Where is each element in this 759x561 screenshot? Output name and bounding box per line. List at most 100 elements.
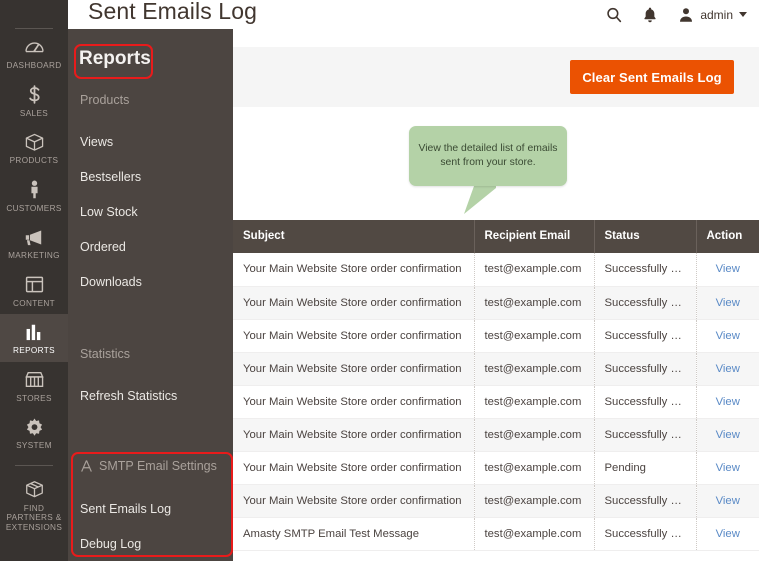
submenu-item-low-stock[interactable]: Low Stock <box>80 205 138 219</box>
cell-recipient-email: test@example.com <box>474 418 595 452</box>
cell-action: View <box>696 517 759 551</box>
sidebar-item-marketing[interactable]: MARKETING <box>0 219 68 267</box>
chevron-down-icon <box>739 12 747 17</box>
view-link[interactable]: View <box>716 396 740 408</box>
sidebar-item-find-partners-extensions[interactable]: FIND PARTNERS & EXTENSIONS <box>0 472 68 539</box>
cell-recipient-email: test@example.com <box>474 517 595 551</box>
view-link[interactable]: View <box>716 495 740 507</box>
tooltip-callout: View the detailed list of emails sent fr… <box>409 126 567 186</box>
cell-subject: Your Main Website Store order confirmati… <box>233 253 475 287</box>
cell-recipient-email: test@example.com <box>474 352 595 386</box>
tooltip-tail-icon <box>464 184 496 214</box>
sidebar-item-reports[interactable]: REPORTS <box>0 314 68 362</box>
account-menu[interactable]: admin <box>677 6 747 24</box>
table-row[interactable]: Your Main Website Store order confirmati… <box>233 484 759 518</box>
dollar-icon <box>0 84 68 106</box>
bell-icon[interactable] <box>641 6 659 24</box>
submenu-item-refresh-statistics[interactable]: Refresh Statistics <box>80 389 177 403</box>
column-header-status[interactable]: Status <box>594 220 697 253</box>
search-icon[interactable] <box>605 6 623 24</box>
table-row[interactable]: Your Main Website Store order confirmati… <box>233 385 759 419</box>
sidebar-item-label: CUSTOMERS <box>6 203 62 213</box>
sidebar-item-stores[interactable]: STORES <box>0 362 68 410</box>
megaphone-icon <box>0 226 68 248</box>
header-actions: admin <box>605 0 747 29</box>
sidebar-item-label: SYSTEM <box>16 441 52 450</box>
cell-action: View <box>696 253 759 287</box>
box-icon <box>0 131 68 153</box>
table-row[interactable]: Your Main Website Store order confirmati… <box>233 286 759 320</box>
submenu-item-sent-emails-log[interactable]: Sent Emails Log <box>80 502 171 516</box>
amasty-a-icon <box>81 460 92 472</box>
admin-sidebar-rail: DASHBOARD SALES PRODUCTS CUSTOMERS MARKETING… <box>0 0 68 561</box>
sidebar-item-label: PRODUCTS <box>9 156 59 165</box>
table-row[interactable]: Your Main Website Store order confirmati… <box>233 352 759 386</box>
person-icon <box>0 179 68 201</box>
cell-subject: Your Main Website Store order confirmati… <box>233 319 475 353</box>
sidebar-item-content[interactable]: CONTENT <box>0 267 68 315</box>
cell-recipient-email: test@example.com <box>474 451 595 485</box>
cell-status: Successfully Sent <box>594 253 697 287</box>
cell-subject: Your Main Website Store order confirmati… <box>233 484 475 518</box>
view-link[interactable]: View <box>716 363 740 375</box>
cell-status: Successfully Sent <box>594 352 697 386</box>
sidebar-item-sales[interactable]: SALES <box>0 77 68 125</box>
gear-icon <box>0 416 68 438</box>
top-header-bar: Sent Emails Log admin <box>0 0 759 29</box>
view-link[interactable]: View <box>716 462 740 474</box>
cell-action: View <box>696 319 759 353</box>
cell-status: Successfully Sent <box>594 418 697 452</box>
sidebar-item-system[interactable]: SYSTEM <box>0 409 68 457</box>
table-body: Your Main Website Store order confirmati… <box>233 253 759 551</box>
submenu-group-statistics: Statistics <box>80 347 131 361</box>
column-header-subject[interactable]: Subject <box>233 220 475 253</box>
cell-action: View <box>696 352 759 386</box>
cell-action: View <box>696 418 759 452</box>
submenu-item-debug-log[interactable]: Debug Log <box>80 537 141 551</box>
table-row[interactable]: Your Main Website Store order confirmati… <box>233 418 759 452</box>
sidebar-item-customers[interactable]: CUSTOMERS <box>0 172 68 220</box>
cell-subject: Your Main Website Store order confirmati… <box>233 286 475 320</box>
view-link[interactable]: View <box>716 429 740 441</box>
table-header-row: Subject Recipient Email Status Action <box>233 220 759 253</box>
submenu-group-smtp: SMTP Email Settings <box>99 459 217 473</box>
view-link[interactable]: View <box>716 528 740 540</box>
bar-chart-icon <box>0 321 68 343</box>
table-row[interactable]: Your Main Website Store order confirmati… <box>233 319 759 353</box>
sidebar-item-products[interactable]: PRODUCTS <box>0 124 68 172</box>
cell-recipient-email: test@example.com <box>474 484 595 518</box>
cell-status: Successfully Sent <box>594 286 697 320</box>
cell-status: Successfully Sent <box>594 517 697 551</box>
cell-recipient-email: test@example.com <box>474 385 595 419</box>
column-header-recipient-email[interactable]: Recipient Email <box>474 220 595 253</box>
sent-emails-table: Subject Recipient Email Status Action Yo… <box>233 220 759 551</box>
cell-recipient-email: test@example.com <box>474 286 595 320</box>
open-box-icon <box>0 479 68 501</box>
submenu-item-bestsellers[interactable]: Bestsellers <box>80 170 141 184</box>
rail-divider-bottom <box>15 464 53 466</box>
clear-sent-emails-log-button[interactable]: Clear Sent Emails Log <box>570 60 734 94</box>
user-icon <box>680 7 693 22</box>
submenu-group-products: Products <box>80 93 130 107</box>
sidebar-item-label: SALES <box>19 108 49 118</box>
submenu-item-ordered[interactable]: Ordered <box>80 240 126 254</box>
table-row[interactable]: Your Main Website Store order confirmati… <box>233 253 759 287</box>
account-name: admin <box>700 7 733 22</box>
page-title: Sent Emails Log <box>88 0 257 24</box>
view-link[interactable]: View <box>716 330 740 342</box>
view-link[interactable]: View <box>716 297 740 309</box>
cell-action: View <box>696 451 759 485</box>
submenu-item-views[interactable]: Views <box>80 135 113 149</box>
admin-page: Clear Sent Emails Log View the detailed … <box>0 0 759 561</box>
submenu-item-downloads[interactable]: Downloads <box>80 275 142 289</box>
cell-recipient-email: test@example.com <box>474 319 595 353</box>
sidebar-item-label: CONTENT <box>12 298 56 308</box>
cell-action: View <box>696 385 759 419</box>
view-link[interactable]: View <box>716 263 740 275</box>
cell-status: Successfully Sent <box>594 484 697 518</box>
table-header: Subject Recipient Email Status Action <box>233 220 759 253</box>
sidebar-item-dashboard[interactable]: DASHBOARD <box>0 29 68 77</box>
table-row[interactable]: Amasty SMTP Email Test Message test@examp… <box>233 517 759 551</box>
table-row[interactable]: Your Main Website Store order confirmati… <box>233 451 759 485</box>
cell-status: Successfully Sent <box>594 385 697 419</box>
